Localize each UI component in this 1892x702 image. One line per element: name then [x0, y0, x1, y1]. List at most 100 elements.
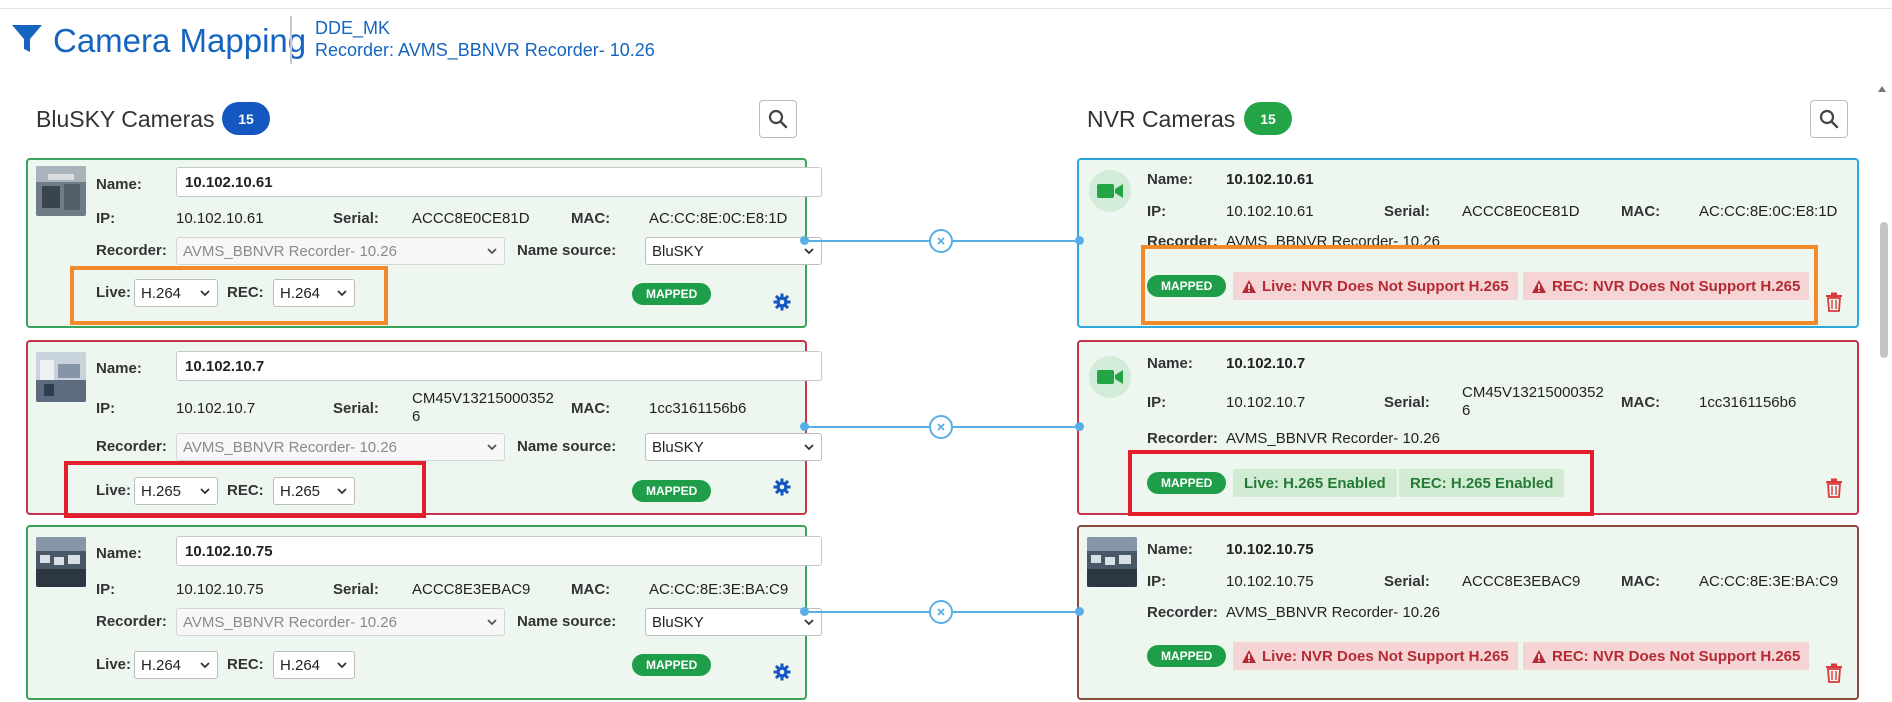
name-label: Name: — [1147, 171, 1193, 188]
live-warning-text: Live: NVR Does Not Support H.265 — [1262, 647, 1509, 665]
bluesky-camera-card[interactable]: Name: IP: 10.102.10.75 Serial: ACCC8E3EB… — [26, 525, 822, 700]
recorder-label: Recorder: — [1147, 430, 1218, 447]
mapped-badge: MAPPED — [632, 480, 712, 502]
ip-value: 10.102.10.75 — [1226, 573, 1314, 590]
filter-icon[interactable] — [10, 22, 44, 56]
trash-icon[interactable] — [1825, 292, 1843, 312]
serial-value: ACCC8E0CE81D — [1462, 203, 1580, 220]
serial-value: ACCC8E3EBAC9 — [412, 581, 531, 598]
live-codec-value: H.264 — [141, 284, 182, 302]
recorder-select: AVMS_BBNVR Recorder- 10.26 — [176, 608, 505, 636]
name-source-select[interactable]: BluSKY — [645, 608, 822, 636]
serial-label: Serial: — [333, 400, 379, 417]
site-name: DDE_MK — [315, 18, 391, 38]
recorder-select: AVMS_BBNVR Recorder- 10.26 — [176, 433, 505, 461]
top-border — [0, 0, 1892, 9]
live-enabled-box: Live: H.265 Enabled — [1233, 469, 1397, 497]
gear-icon[interactable] — [773, 478, 791, 496]
trash-icon[interactable] — [1825, 663, 1843, 683]
recorder-label: Recorder: — [1147, 233, 1218, 250]
unmap-button[interactable] — [929, 600, 953, 624]
ip-value: 10.102.10.75 — [176, 581, 264, 598]
unmap-button[interactable] — [929, 415, 953, 439]
live-label: Live: — [96, 482, 132, 499]
chevron-down-icon — [487, 248, 497, 255]
mac-value: 1cc3161156b6 — [649, 400, 747, 417]
rec-codec-select[interactable]: H.264 — [273, 651, 355, 679]
recorder-select-value: AVMS_BBNVR Recorder- 10.26 — [183, 613, 397, 631]
mac-label: MAC: — [571, 210, 611, 227]
name-source-value: BluSKY — [652, 242, 704, 260]
serial-label: Serial: — [1384, 394, 1430, 411]
bluesky-camera-card[interactable]: Name: IP: 10.102.10.61 Serial: ACCC8E0CE… — [26, 158, 822, 328]
live-codec-select[interactable]: H.265 — [134, 477, 218, 505]
serial-label: Serial: — [333, 581, 379, 598]
rec-codec-value: H.264 — [280, 656, 321, 674]
name-source-select[interactable]: BluSKY — [645, 237, 822, 265]
bluesky-panel-title: BluSKY Cameras — [36, 106, 215, 132]
trash-icon[interactable] — [1825, 478, 1843, 498]
live-codec-value: H.265 — [141, 482, 182, 500]
recorder-label: Recorder: — [96, 438, 167, 455]
name-source-label: Name source: — [517, 438, 617, 455]
live-warning-text: Live: NVR Does Not Support H.265 — [1262, 277, 1509, 295]
nvr-panel-title: NVR Cameras — [1087, 106, 1236, 132]
bluesky-count-badge: 15 — [222, 102, 270, 135]
ip-label: IP: — [96, 400, 116, 417]
name-source-select[interactable]: BluSKY — [645, 433, 822, 461]
camera-name-input[interactable] — [176, 536, 822, 566]
close-icon — [937, 423, 945, 431]
camera-thumbnail — [36, 537, 86, 587]
mac-value: AC:CC:8E:0C:E8:1D — [649, 210, 788, 227]
camera-name-input[interactable] — [176, 351, 822, 381]
chevron-down-icon — [200, 662, 210, 669]
gear-icon[interactable] — [773, 663, 791, 681]
rec-enabled-box: REC: H.265 Enabled — [1399, 469, 1565, 497]
live-codec-select[interactable]: H.264 — [134, 651, 218, 679]
bluesky-search-button[interactable] — [759, 100, 797, 138]
rec-codec-value: H.265 — [280, 482, 321, 500]
mac-label: MAC: — [1621, 573, 1661, 590]
unmap-button[interactable] — [929, 229, 953, 253]
ip-label: IP: — [1147, 394, 1167, 411]
camera-name-input[interactable] — [176, 167, 822, 197]
chevron-down-icon — [487, 619, 497, 626]
rec-label: REC: — [227, 284, 264, 301]
mapped-badge: MAPPED — [632, 654, 712, 676]
rec-label: REC: — [227, 482, 264, 499]
nvr-camera-card[interactable]: Name: 10.102.10.7 IP: 10.102.10.7 Serial… — [1077, 340, 1859, 515]
name-label: Name: — [96, 360, 142, 377]
ip-label: IP: — [1147, 203, 1167, 220]
name-source-value: BluSKY — [652, 613, 704, 631]
rec-label: REC: — [227, 656, 264, 673]
serial-value-line2: 6 — [1462, 402, 1471, 419]
mapped-badge: MAPPED — [632, 283, 712, 305]
mapped-badge: MAPPED — [1147, 472, 1227, 494]
nvr-camera-card[interactable]: Name: 10.102.10.61 IP: 10.102.10.61 Seri… — [1077, 158, 1859, 328]
search-icon — [768, 109, 788, 129]
rec-codec-select[interactable]: H.264 — [273, 279, 355, 307]
name-source-label: Name source: — [517, 242, 617, 259]
scrollbar-thumb[interactable] — [1880, 222, 1888, 358]
nvr-search-button[interactable] — [1810, 100, 1848, 138]
ip-label: IP: — [96, 210, 116, 227]
page-title: Camera Mapping — [53, 22, 307, 59]
rec-codec-select[interactable]: H.265 — [273, 477, 355, 505]
mac-label: MAC: — [1621, 394, 1661, 411]
serial-label: Serial: — [1384, 203, 1430, 220]
nvr-camera-card[interactable]: Name: 10.102.10.75 IP: 10.102.10.75 Seri… — [1077, 525, 1859, 700]
recorder-label: Recorder: — [96, 613, 167, 630]
scroll-up-arrow-icon[interactable] — [1877, 84, 1887, 94]
recorder-select-value: AVMS_BBNVR Recorder- 10.26 — [183, 242, 397, 260]
live-codec-select[interactable]: H.264 — [134, 279, 218, 307]
camera-thumbnail — [36, 166, 86, 216]
warning-icon — [1532, 649, 1546, 663]
camera-name-value: 10.102.10.61 — [1226, 171, 1314, 188]
chevron-down-icon — [337, 488, 347, 495]
live-warning-box: Live: NVR Does Not Support H.265 — [1233, 642, 1518, 670]
bluesky-camera-card[interactable]: Name: IP: 10.102.10.7 Serial: CM45V13215… — [26, 340, 822, 515]
gear-icon[interactable] — [773, 293, 791, 311]
nvr-count-badge: 15 — [1244, 102, 1292, 135]
mac-value: AC:CC:8E:0C:E8:1D — [1699, 203, 1838, 220]
scrollbar-track[interactable] — [1874, 80, 1892, 702]
